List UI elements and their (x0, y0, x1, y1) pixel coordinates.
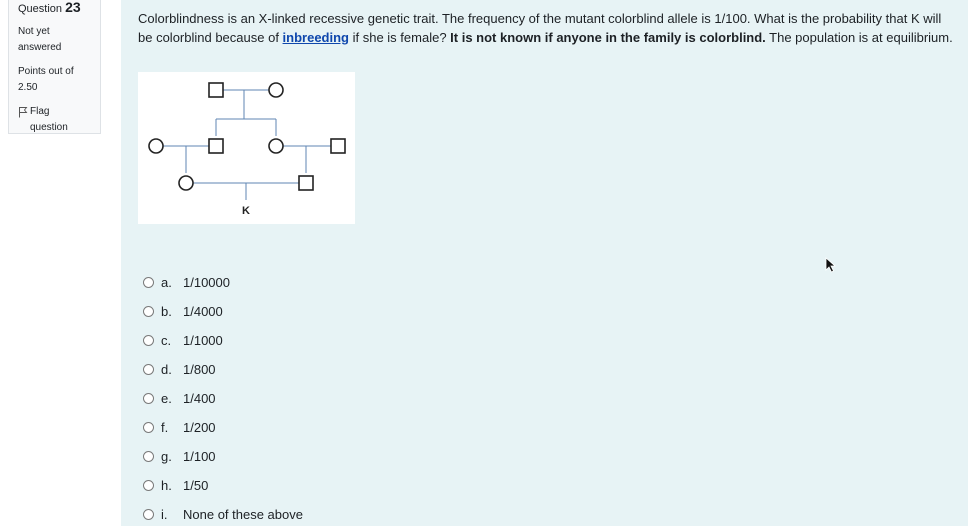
answer-option-i[interactable]: i. None of these above (143, 500, 303, 529)
answer-text: 1/100 (183, 449, 216, 464)
answer-letter: d. (161, 362, 172, 377)
pedigree-male-gen2-spouse-right (330, 138, 346, 154)
pedigree-male-gen2 (208, 138, 224, 154)
flag-icon (19, 107, 28, 118)
answer-option-f[interactable]: f. 1/200 (143, 413, 303, 442)
answer-letter: i. (161, 507, 168, 522)
answer-text: 1/200 (183, 420, 216, 435)
radio-h[interactable] (143, 480, 154, 491)
flag-question-button[interactable]: Flag question (18, 104, 100, 136)
answer-letter: c. (161, 333, 172, 348)
answer-letter: f. (161, 420, 169, 435)
answer-option-g[interactable]: g. 1/100 (143, 442, 303, 471)
question-state-line2: answered (18, 42, 62, 53)
question-state: Not yet answered (18, 24, 100, 56)
pedigree-male-gen3 (298, 175, 314, 191)
answer-letter: a. (161, 275, 172, 290)
answer-text: 1/10000 (183, 275, 230, 290)
answer-letter: g. (161, 449, 172, 464)
question-state-line1: Not yet (18, 26, 50, 37)
answer-text: 1/400 (183, 391, 216, 406)
points-label: Points out of (18, 66, 74, 77)
question-text-part2: if she is female? (349, 30, 451, 45)
radio-d[interactable] (143, 364, 154, 375)
question-label: Question (18, 3, 63, 15)
radio-i[interactable] (143, 509, 154, 520)
pedigree-female-gen3 (178, 175, 194, 191)
question-text-part3: The population is at equilibrium. (765, 30, 953, 45)
answer-letter: b. (161, 304, 172, 319)
flag-label-line2: question (30, 122, 68, 133)
answer-option-e[interactable]: e. 1/400 (143, 384, 303, 413)
radio-e[interactable] (143, 393, 154, 404)
pedigree-chart: K (148, 82, 346, 217)
question-text-bold: It is not known if anyone in the family … (450, 30, 766, 45)
answer-option-h[interactable]: h. 1/50 (143, 471, 303, 500)
pedigree-label-k: K (242, 205, 250, 217)
answer-options: a. 1/10000 b. 1/4000 c. 1/1000 d. 1/800 e. 1/… (143, 268, 303, 529)
pedigree-female-gen1 (268, 82, 284, 98)
question-number-value: 23 (65, 0, 81, 15)
question-text: Colorblindness is an X-linked recessive … (138, 9, 958, 47)
answer-text: 1/4000 (183, 304, 223, 319)
flag-label-line1: Flag (30, 106, 50, 117)
radio-a[interactable] (143, 277, 154, 288)
pedigree-male-gen1 (208, 82, 224, 98)
answer-text: 1/50 (183, 478, 209, 493)
question-number: Question 23 (18, 0, 100, 16)
answer-option-d[interactable]: d. 1/800 (143, 355, 303, 384)
pedigree-female-gen2 (268, 138, 284, 154)
radio-g[interactable] (143, 451, 154, 462)
answer-text: 1/1000 (183, 333, 223, 348)
answer-letter: h. (161, 478, 172, 493)
inbreeding-link[interactable]: inbreeding (283, 30, 349, 45)
radio-b[interactable] (143, 306, 154, 317)
mouse-pointer-icon (825, 257, 837, 273)
answer-text: 1/800 (183, 362, 216, 377)
answer-option-b[interactable]: b. 1/4000 (143, 297, 303, 326)
answer-text: None of these above (183, 507, 303, 522)
question-content: Colorblindness is an X-linked recessive … (121, 0, 968, 526)
answer-option-c[interactable]: c. 1/1000 (143, 326, 303, 355)
pedigree-image: K (138, 72, 355, 224)
pedigree-female-gen2-spouse-left (148, 138, 164, 154)
radio-f[interactable] (143, 422, 154, 433)
answer-option-a[interactable]: a. 1/10000 (143, 268, 303, 297)
points-value: 2.50 (18, 82, 38, 93)
question-grade: Points out of 2.50 (18, 64, 100, 96)
answer-letter: e. (161, 391, 172, 406)
radio-c[interactable] (143, 335, 154, 346)
question-info-panel: Question 23 Not yet answered Points out … (8, 0, 101, 134)
